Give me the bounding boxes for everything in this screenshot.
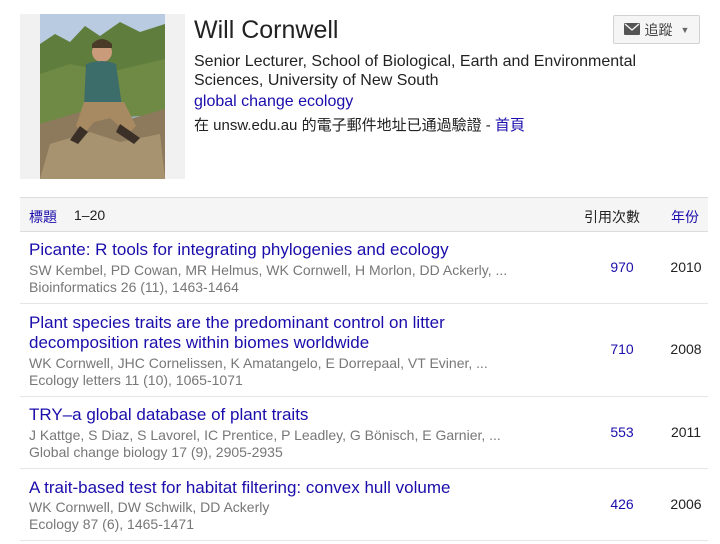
- article-year: 2006: [670, 496, 702, 512]
- cited-by-link[interactable]: 553: [600, 424, 644, 440]
- article-year: 2008: [670, 341, 702, 357]
- articles-table-header: 標題 1–20 引用次數 年份: [20, 197, 708, 232]
- result-range: 1–20: [74, 207, 106, 223]
- article-venue: Ecology 87 (6), 1465-1471: [29, 516, 194, 532]
- article-venue: Bioinformatics 26 (11), 1463-1464: [29, 279, 239, 295]
- table-row: Picante: R tools for integrating phyloge…: [20, 232, 708, 304]
- article-title-link[interactable]: TRY–a global database of plant traits: [29, 405, 499, 425]
- chevron-down-icon: ▼: [680, 24, 690, 35]
- profile-name: Will Cornwell: [194, 16, 339, 44]
- article-title-link[interactable]: A trait-based test for habitat filtering…: [29, 478, 499, 498]
- follow-button[interactable]: 追蹤 ▼: [613, 15, 700, 44]
- profile-photo: [20, 14, 185, 179]
- follow-label: 追蹤: [644, 21, 673, 38]
- article-year: 2010: [670, 259, 702, 275]
- sort-by-title[interactable]: 標題: [29, 207, 57, 227]
- article-venue: Global change biology 17 (9), 2905-2935: [29, 444, 283, 460]
- article-title-link[interactable]: Plant species traits are the predominant…: [29, 313, 499, 353]
- article-title-link[interactable]: Picante: R tools for integrating phyloge…: [29, 240, 499, 260]
- envelope-icon: [623, 22, 640, 38]
- cited-by-link[interactable]: 426: [600, 496, 644, 512]
- research-interest-link[interactable]: global change ecology: [194, 93, 353, 111]
- cited-by-header: 引用次數: [584, 209, 640, 225]
- verified-email: 在 unsw.edu.au 的電子郵件地址已通過驗證 - 首頁: [194, 114, 525, 135]
- article-authors: J Kattge, S Diaz, S Lavorel, IC Prentice…: [29, 427, 501, 443]
- homepage-link[interactable]: 首頁: [495, 117, 525, 134]
- article-authors: WK Cornwell, JHC Cornelissen, K Amatange…: [29, 355, 488, 371]
- article-authors: WK Cornwell, DW Schwilk, DD Ackerly: [29, 499, 270, 515]
- table-row: TRY–a global database of plant traits J …: [20, 397, 708, 469]
- sort-by-year[interactable]: 年份: [671, 207, 699, 227]
- article-authors: SW Kembel, PD Cowan, MR Helmus, WK Cornw…: [29, 262, 508, 278]
- profile-affiliation: Senior Lecturer, School of Biological, E…: [194, 53, 637, 89]
- cited-by-link[interactable]: 970: [600, 259, 644, 275]
- article-venue: Ecology letters 11 (10), 1065-1071: [29, 372, 243, 388]
- table-row: Plant species traits are the predominant…: [20, 304, 708, 397]
- verified-email-text: 在 unsw.edu.au 的電子郵件地址已通過驗證 -: [194, 117, 495, 134]
- table-row: A trait-based test for habitat filtering…: [20, 469, 708, 541]
- article-year: 2011: [670, 424, 702, 440]
- cited-by-link[interactable]: 710: [600, 341, 644, 357]
